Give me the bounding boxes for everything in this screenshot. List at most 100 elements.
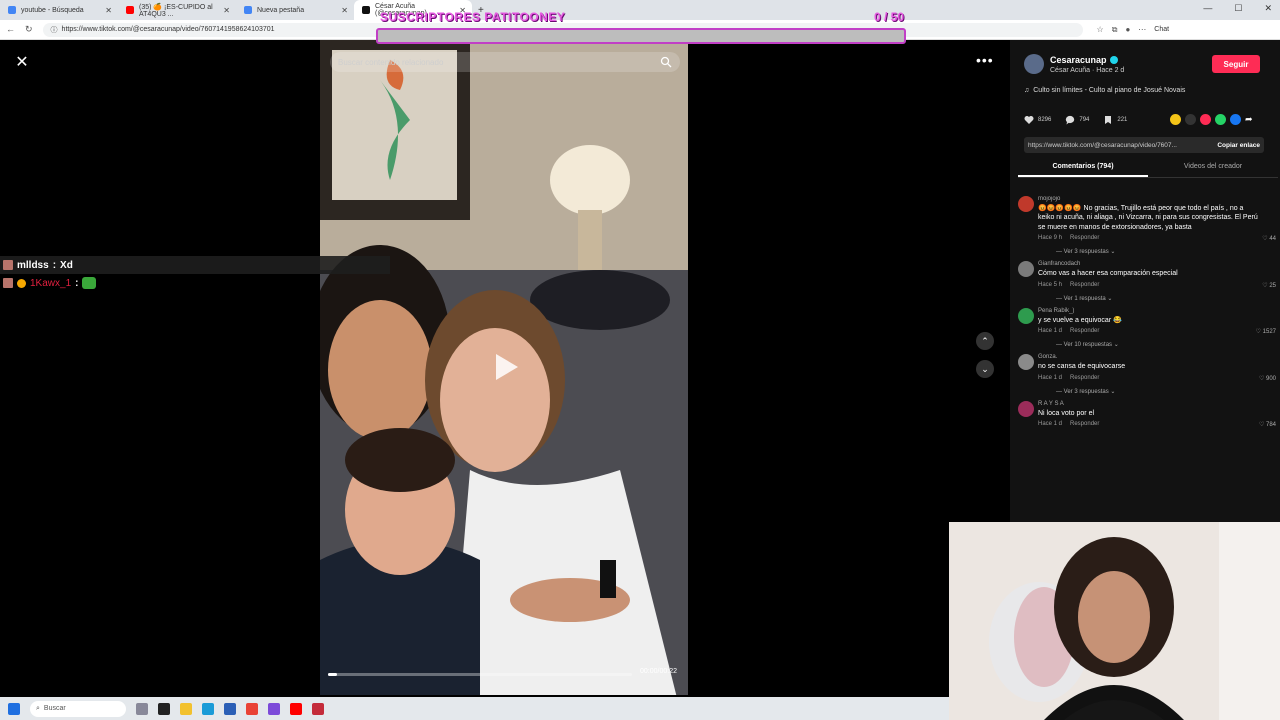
store-icon[interactable] <box>224 702 236 715</box>
previous-video-button[interactable]: ⌃ <box>976 332 994 350</box>
tab-creator-videos[interactable]: Videos del creador <box>1148 160 1278 177</box>
commenter-name[interactable]: Pena Rabik_) <box>1038 308 1280 314</box>
close-tab-icon[interactable]: ✕ <box>223 6 230 15</box>
comment-likes[interactable]: ♡ 44 <box>1262 235 1276 242</box>
reply-button[interactable]: Responder <box>1070 282 1099 288</box>
music-title: Culto sin límites - Culto al piano de Jo… <box>1033 87 1186 94</box>
close-icon[interactable]: ✕ <box>12 52 32 72</box>
windows-start-icon[interactable] <box>8 702 20 715</box>
reply-button[interactable]: Responder <box>1070 235 1099 241</box>
comment-time: Hace 1 d <box>1038 421 1063 428</box>
browser-tab-youtube-video[interactable]: (35) 🍊 ¡ES-CUPIDO al AT4QU3 ... ✕ <box>118 0 236 20</box>
music-row[interactable]: ♫ Culto sin límites - Culto al piano de … <box>1024 87 1185 94</box>
more-options-icon[interactable]: ••• <box>976 52 994 68</box>
commenter-avatar[interactable] <box>1018 400 1034 417</box>
comment-item: Gianfrancodach Cómo vas a hacer esa comp… <box>1018 261 1280 302</box>
author-name: Cesaracunap <box>1050 55 1107 65</box>
commenter-avatar[interactable] <box>1018 261 1034 278</box>
commenter-avatar[interactable] <box>1018 307 1034 324</box>
play-icon[interactable] <box>490 352 520 382</box>
reply-button[interactable]: Responder <box>1070 328 1099 334</box>
taskbar-search-label: Buscar <box>43 705 66 712</box>
embed-icon[interactable] <box>1185 114 1196 125</box>
tab-comments[interactable]: Comentarios (794) <box>1018 160 1148 177</box>
comment-likes[interactable]: ♡ 25 <box>1262 282 1276 289</box>
commenter-avatar[interactable] <box>1018 354 1034 371</box>
view-replies-button[interactable]: — Ver 1 respuesta ⌄ <box>1038 295 1280 302</box>
comment-likes[interactable]: ♡ 784 <box>1259 421 1276 428</box>
file-explorer-icon[interactable] <box>180 702 192 715</box>
video-progress-bar[interactable] <box>328 673 632 676</box>
menu-icon[interactable]: ⋯ <box>1138 25 1146 34</box>
chat-separator: : <box>75 277 79 289</box>
task-view-icon[interactable] <box>158 702 170 715</box>
comment-meta: Hace 1 d Responder ♡ 1527 <box>1038 328 1280 335</box>
video-link[interactable]: https://www.tiktok.com/@cesaracunap/vide… <box>1028 142 1177 149</box>
comment-item: Gonza. no se cansa de equivocarse Hace 1… <box>1018 354 1280 395</box>
related-search-bar <box>330 52 680 72</box>
reply-button[interactable]: Responder <box>1070 375 1099 381</box>
close-tab-icon[interactable]: ✕ <box>341 6 348 15</box>
comment-count: 794 <box>1079 117 1090 123</box>
copy-link-button[interactable]: Copiar enlace <box>1217 142 1260 149</box>
chat-username: 1Kawx_1 <box>30 277 72 289</box>
follow-button[interactable]: Seguir <box>1212 55 1260 73</box>
chevron-down-icon: ⌄ <box>1113 342 1119 349</box>
extensions-icon[interactable]: ⧉ <box>1112 25 1118 35</box>
app-icon[interactable] <box>268 702 280 715</box>
author-name-row[interactable]: Cesaracunap <box>1050 55 1118 65</box>
tab-label: youtube - Búsqueda <box>21 6 84 14</box>
reply-button[interactable]: Responder <box>1070 421 1099 427</box>
commenter-name[interactable]: Gonza. <box>1038 354 1280 360</box>
widgets-icon[interactable] <box>136 702 148 715</box>
obs-icon[interactable] <box>312 702 324 715</box>
maximize-icon[interactable]: ☐ <box>1234 3 1242 14</box>
commenter-avatar[interactable] <box>1018 196 1034 212</box>
browser-tab-new-tab[interactable]: Nueva pestaña ✕ <box>236 0 354 20</box>
commenter-name[interactable]: mojojojo <box>1038 196 1280 202</box>
profile-icon[interactable]: ● <box>1125 25 1130 34</box>
facebook-icon[interactable] <box>1230 114 1241 125</box>
youtube-icon[interactable] <box>290 702 302 715</box>
related-search-input[interactable] <box>338 57 660 67</box>
chrome-icon[interactable] <box>246 702 258 715</box>
share-arrow-icon[interactable]: ➦ <box>1245 114 1253 125</box>
comment-text: Cómo vas a hacer esa comparación especia… <box>1038 270 1178 278</box>
like-stat[interactable]: 8296 <box>1024 115 1051 125</box>
next-video-button[interactable]: ⌄ <box>976 360 994 378</box>
author-avatar[interactable] <box>1024 54 1044 74</box>
comment-stat[interactable]: 794 <box>1065 115 1089 125</box>
close-window-icon[interactable]: ✕ <box>1264 3 1272 14</box>
edge-icon[interactable] <box>202 702 214 715</box>
repost-icon[interactable] <box>1200 114 1211 125</box>
commenter-name[interactable]: R A Y S A <box>1038 401 1280 407</box>
view-replies-button[interactable]: — Ver 10 respuestas ⌄ <box>1038 341 1280 348</box>
browser-tab-youtube-search[interactable]: youtube - Búsqueda ✕ <box>0 0 118 20</box>
search-icon[interactable] <box>660 56 672 68</box>
star-icon[interactable]: ☆ <box>1097 25 1104 34</box>
view-replies-button[interactable]: — Ver 3 respuestas ⌄ <box>1038 388 1280 395</box>
tab-label: (35) 🍊 ¡ES-CUPIDO al AT4QU3 ... <box>139 3 213 18</box>
comment-item: R A Y S A Ni loca voto por el Hace 1 d R… <box>1018 400 1280 428</box>
chevron-down-icon: ⌄ <box>981 363 989 374</box>
save-stat[interactable]: 221 <box>1103 115 1127 125</box>
back-icon[interactable]: ← <box>6 24 15 35</box>
site-info-icon[interactable]: ⓘ <box>51 25 58 35</box>
comment-time: Hace 1 d <box>1038 374 1063 381</box>
save-count: 221 <box>1117 117 1128 123</box>
commenter-name[interactable]: Gianfrancodach <box>1038 261 1280 267</box>
comment-likes[interactable]: ♡ 900 <box>1259 375 1276 382</box>
chat-button[interactable]: Chat <box>1154 26 1169 33</box>
comment-text: y se vuelve a equivocar 😂 <box>1038 316 1122 324</box>
refresh-icon[interactable]: ↻ <box>25 24 33 35</box>
comment-likes[interactable]: ♡ 1527 <box>1256 328 1276 335</box>
view-replies-label: Ver 10 respuestas <box>1063 342 1113 349</box>
coin-icon[interactable] <box>1170 114 1181 125</box>
comment-item: mojojojo 😡😡😡😡😡 No gracias, Trujillo está… <box>1018 196 1280 255</box>
taskbar-search[interactable]: ⌕ Buscar <box>30 700 126 717</box>
view-replies-button[interactable]: — Ver 3 respuestas ⌄ <box>1038 248 1280 255</box>
close-tab-icon[interactable]: ✕ <box>105 6 112 15</box>
video-timecode: 00:00/00:22 <box>640 668 677 675</box>
minimize-icon[interactable]: — <box>1203 3 1212 14</box>
whatsapp-icon[interactable] <box>1215 114 1226 125</box>
